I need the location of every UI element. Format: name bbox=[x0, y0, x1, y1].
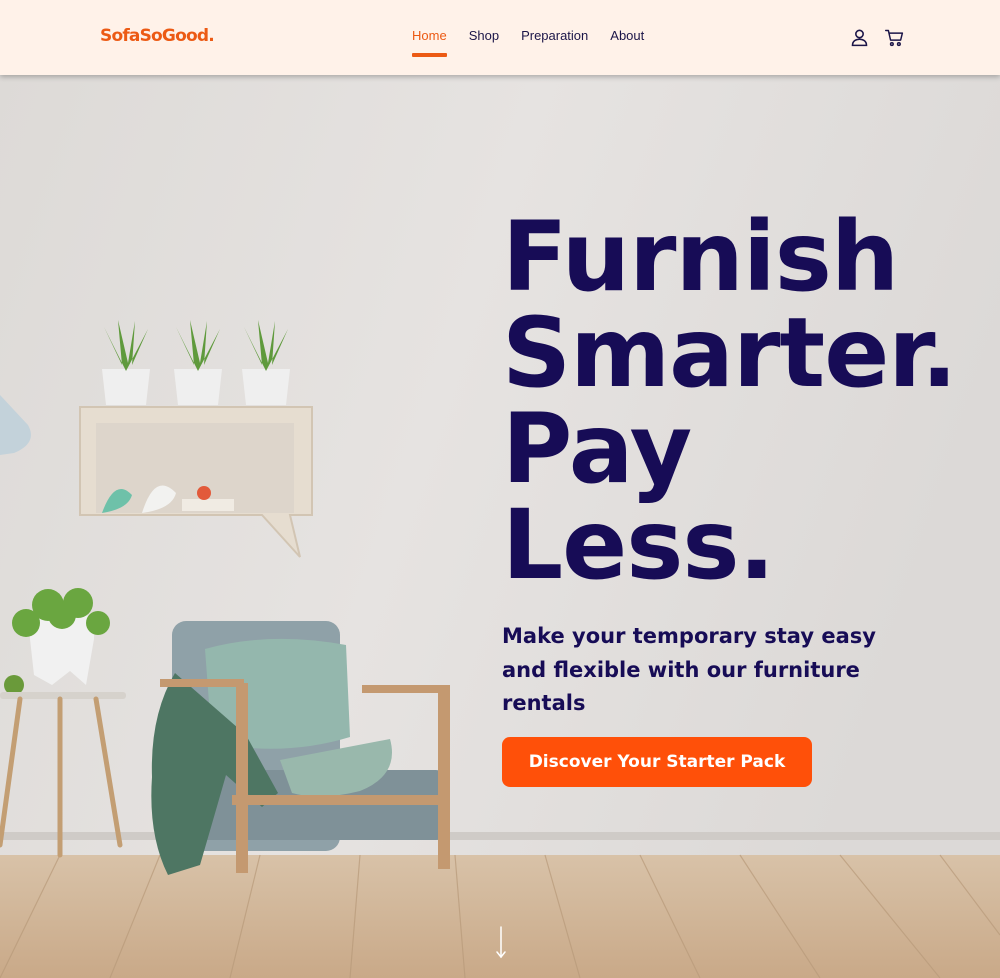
hero-subheading: Make your temporary stay easy and flexib… bbox=[502, 624, 876, 715]
nav-item-shop[interactable]: Shop bbox=[469, 28, 499, 57]
hero-headline: Furnish Smarter. Pay Less. bbox=[502, 209, 982, 593]
starter-pack-button[interactable]: Discover Your Starter Pack bbox=[502, 737, 812, 787]
site-header: SofaSoGood. Home Shop Preparation About bbox=[0, 0, 1000, 75]
logo[interactable]: SofaSoGood. bbox=[100, 26, 215, 46]
nav-item-preparation[interactable]: Preparation bbox=[521, 28, 588, 57]
user-icon[interactable] bbox=[849, 27, 870, 48]
cart-icon[interactable] bbox=[884, 27, 905, 48]
arrow-down-icon[interactable] bbox=[494, 925, 508, 961]
headline-line: Furnish bbox=[502, 201, 899, 313]
nav-item-home[interactable]: Home bbox=[412, 28, 447, 57]
header-icons bbox=[849, 27, 905, 48]
hero-section: Furnish Smarter. Pay Less. Make your tem… bbox=[0, 75, 1000, 978]
nav-item-about[interactable]: About bbox=[610, 28, 644, 57]
headline-line: Less. bbox=[502, 489, 775, 601]
headline-line: Pay bbox=[502, 393, 692, 505]
main-nav: Home Shop Preparation About bbox=[412, 28, 644, 57]
headline-line: Smarter. bbox=[502, 297, 957, 409]
